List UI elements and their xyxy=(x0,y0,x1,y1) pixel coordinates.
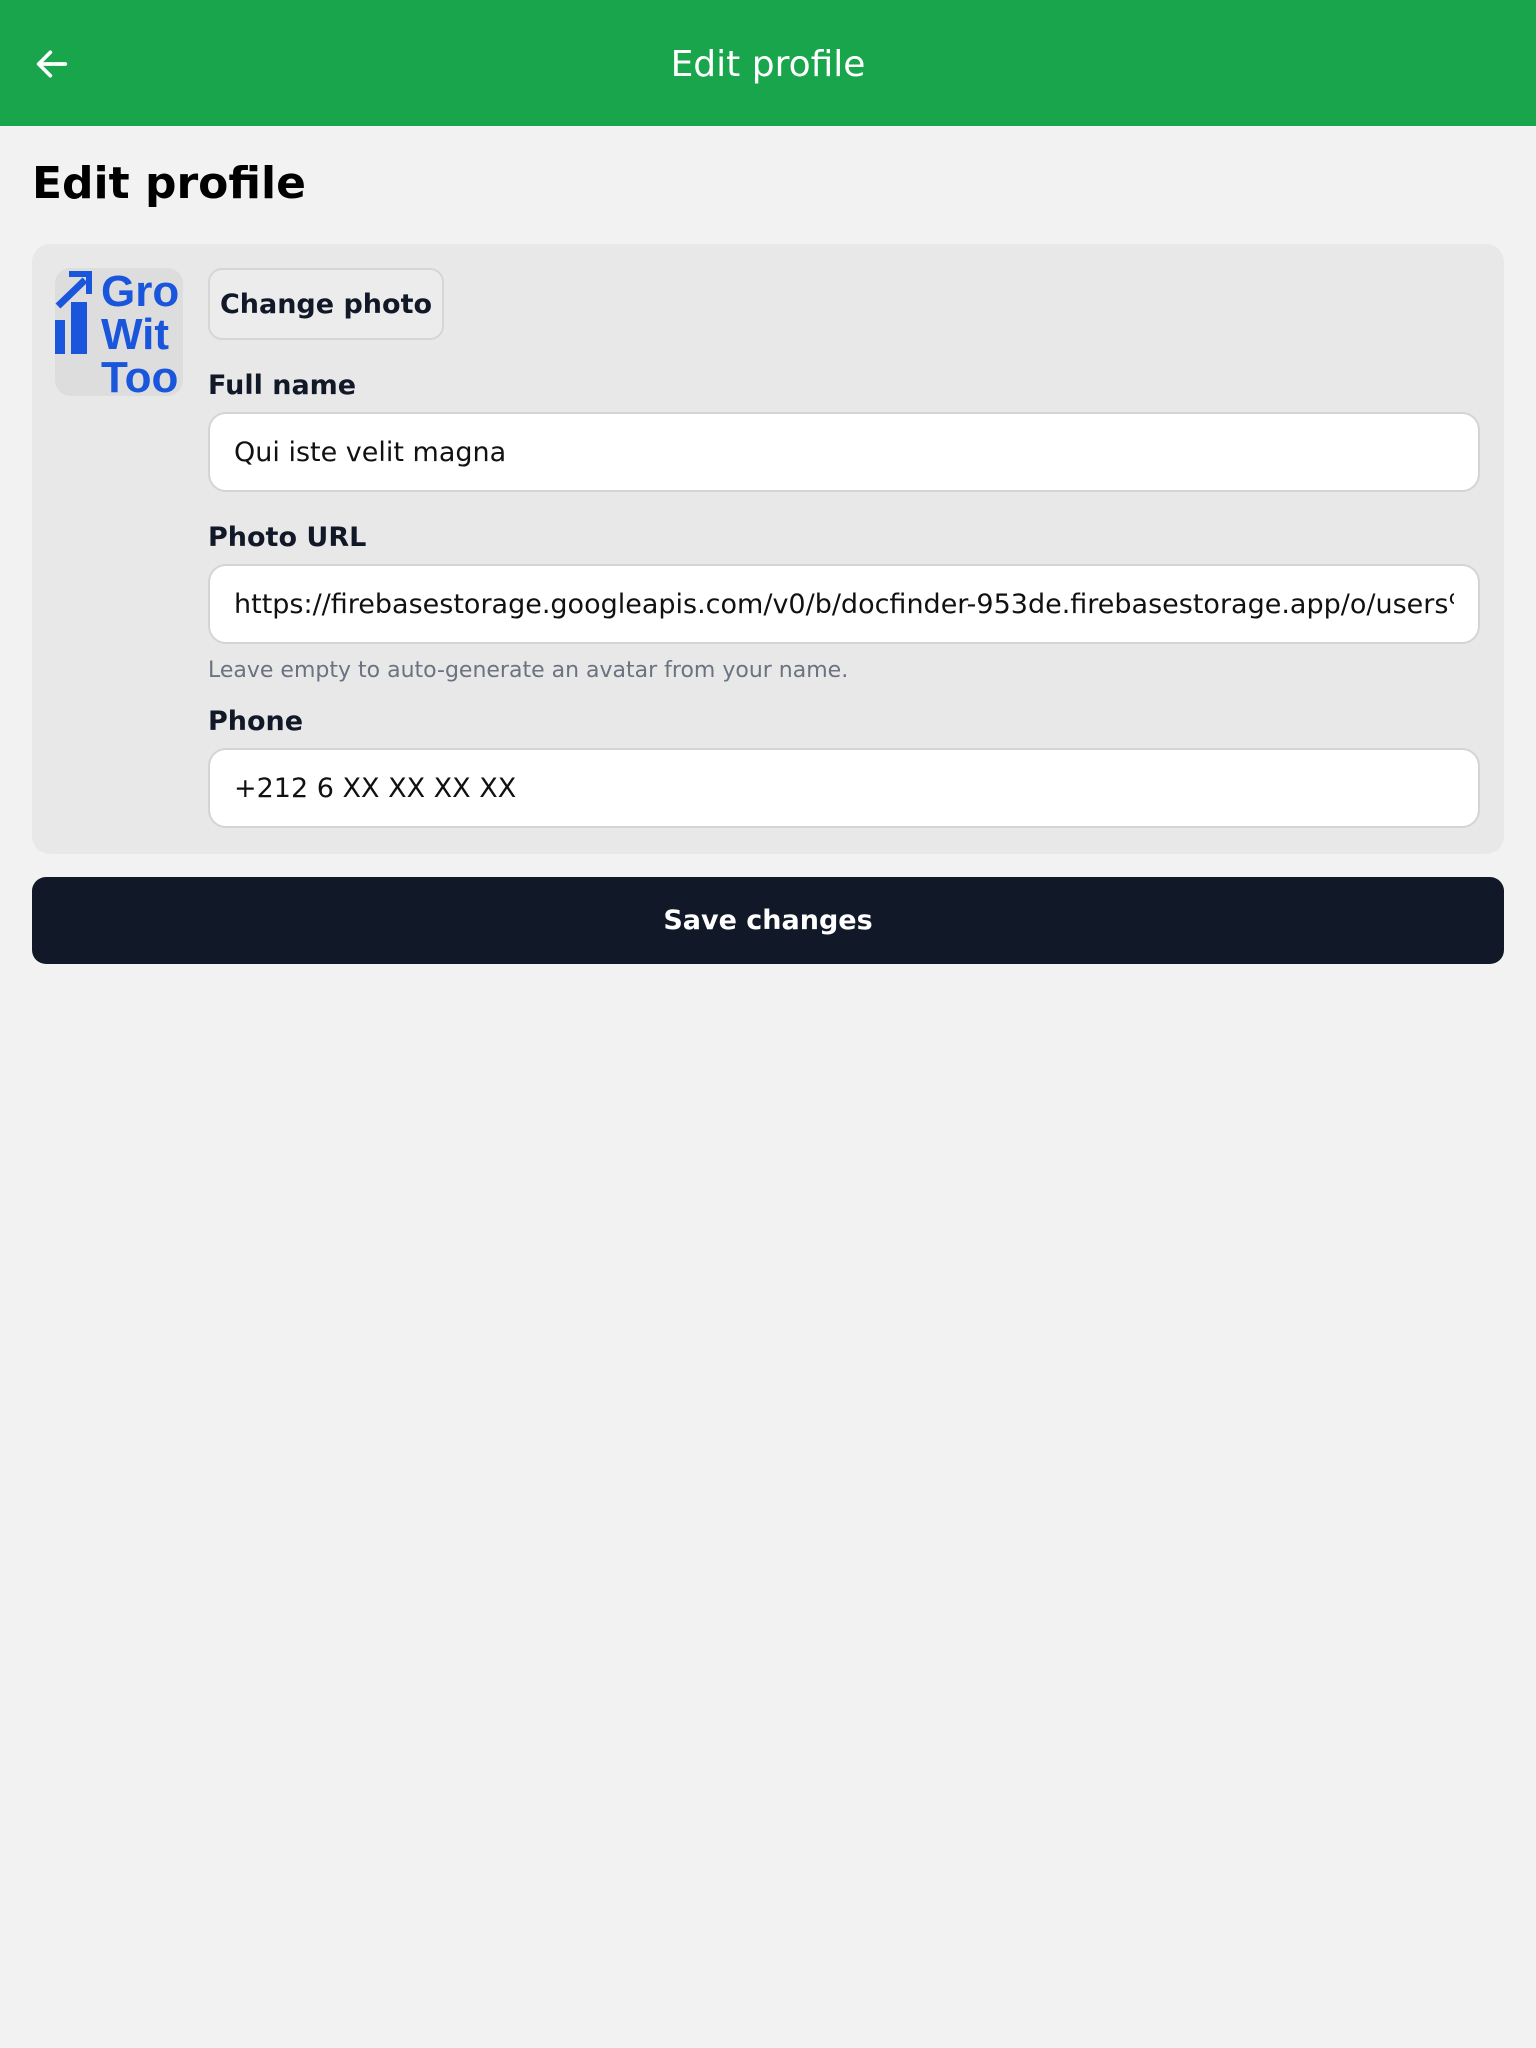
save-changes-button[interactable]: Save changes xyxy=(32,877,1504,964)
phone-input[interactable] xyxy=(208,748,1480,828)
change-photo-button[interactable]: Change photo xyxy=(208,268,444,340)
profile-card: Gro Wit Too Change photo Full name Photo… xyxy=(32,244,1504,854)
avatar-logo-line-3: Too xyxy=(101,353,178,396)
full-name-input[interactable] xyxy=(208,412,1480,492)
avatar-logo-image: Gro Wit Too xyxy=(55,268,183,396)
phone-label: Phone xyxy=(208,706,304,737)
photo-url-label: Photo URL xyxy=(208,522,367,553)
avatar: Gro Wit Too xyxy=(55,268,183,396)
photo-url-hint: Leave empty to auto-generate an avatar f… xyxy=(208,658,849,683)
avatar-logo-line-2: Wit xyxy=(101,310,169,359)
photo-url-input[interactable] xyxy=(208,564,1480,644)
full-name-label: Full name xyxy=(208,370,357,401)
app-bar-title: Edit profile xyxy=(670,44,866,85)
avatar-logo-line-1: Gro xyxy=(101,268,179,316)
page-title: Edit profile xyxy=(32,158,306,209)
app-bar: Edit profile xyxy=(0,0,1536,126)
